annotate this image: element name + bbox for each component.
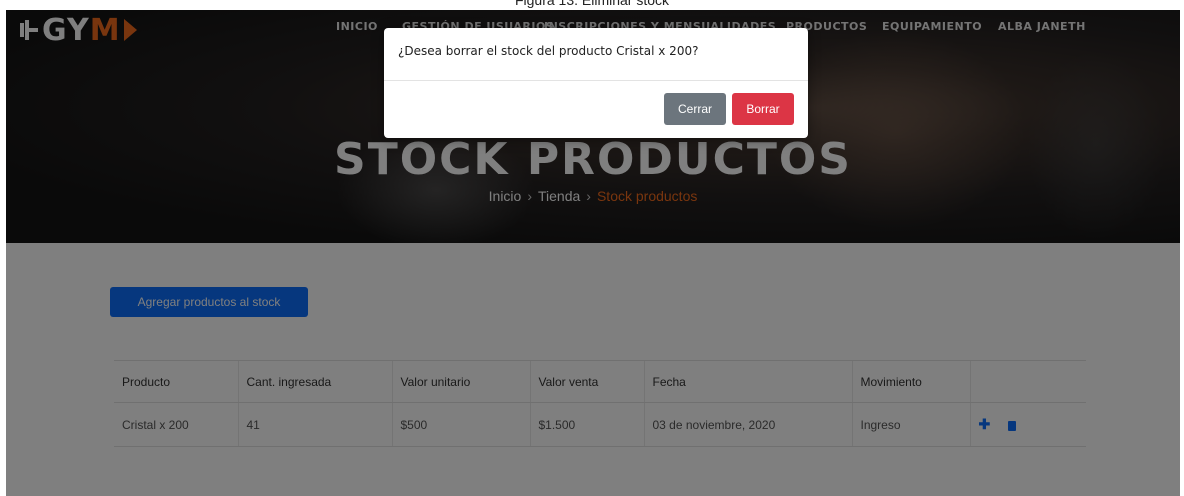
dialog-message: ¿Desea borrar el stock del producto Cris… [398,44,699,58]
dialog-divider [384,80,808,81]
close-button[interactable]: Cerrar [664,93,726,125]
delete-confirm-dialog: ¿Desea borrar el stock del producto Cris… [384,28,808,138]
figure-caption: Figura 13. Eliminar stock [514,0,670,8]
delete-button[interactable]: Borrar [732,93,794,125]
page-root: Figura 13. Eliminar stock GY M INICIO GE… [0,0,1184,496]
